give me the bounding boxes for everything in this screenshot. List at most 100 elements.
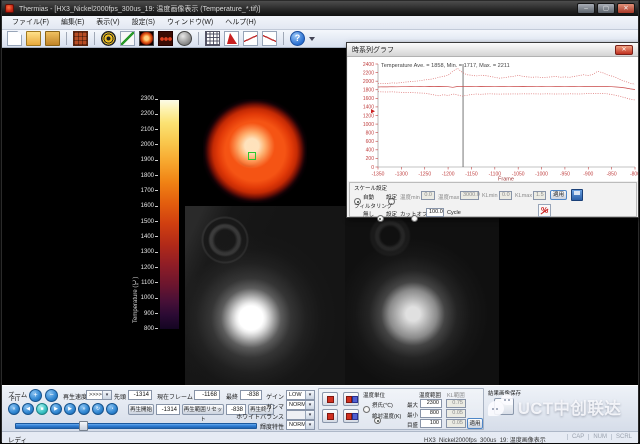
minimize-button[interactable]: – bbox=[577, 3, 595, 14]
svg-text:400: 400 bbox=[366, 148, 375, 154]
open-folder-icon[interactable] bbox=[26, 31, 41, 46]
kl-max-field[interactable]: 1.5 bbox=[533, 191, 546, 200]
colorbar-tick: 1000 bbox=[120, 295, 158, 301]
menu-item[interactable]: ウィンドウ(W) bbox=[161, 16, 219, 29]
speed-dropdown[interactable]: >>>> bbox=[86, 390, 112, 400]
toolbar-separator bbox=[283, 32, 284, 45]
status-bar: レディ HX3_Nickel2000fps_300us_19: 温度画像表示 C… bbox=[2, 431, 638, 443]
data-grid-icon[interactable] bbox=[205, 31, 220, 46]
graph-window[interactable]: 時系列グラフ ✕ 0200400600800100012001400160018… bbox=[346, 42, 639, 218]
maximize-button[interactable]: ▢ bbox=[597, 3, 615, 14]
play-start-field[interactable]: -1314 bbox=[156, 404, 180, 415]
play-start-button[interactable]: 再生開始 bbox=[128, 404, 154, 415]
celsius-label: 摂氏(℃) bbox=[372, 401, 393, 409]
temp-min-label: 温度min bbox=[400, 193, 420, 201]
menu-item[interactable]: ファイル(F) bbox=[6, 16, 55, 29]
save-result-icon[interactable] bbox=[494, 398, 514, 415]
temp-max-field[interactable]: 3000.0 bbox=[460, 191, 479, 200]
svg-text:2200: 2200 bbox=[363, 70, 374, 76]
histogram-icon[interactable] bbox=[224, 31, 239, 46]
colorbar-tick: 900 bbox=[120, 311, 158, 317]
palette-redblue-button-1[interactable] bbox=[343, 392, 359, 406]
svg-text:-1000: -1000 bbox=[535, 172, 548, 178]
status-indicator: NUM bbox=[588, 434, 611, 440]
gain-dropdown[interactable]: LOW bbox=[286, 390, 315, 400]
scale-apply-button[interactable]: 適用 bbox=[550, 190, 567, 200]
toolbar-separator bbox=[94, 32, 95, 45]
temp-apply-button[interactable]: 適用 bbox=[467, 418, 483, 429]
colorbar-tick: 1200 bbox=[120, 265, 158, 271]
save-folder-icon[interactable] bbox=[45, 31, 60, 46]
temp-min-field[interactable]: 0.0 bbox=[421, 191, 435, 200]
svg-text:1000: 1000 bbox=[363, 122, 374, 128]
kl-min-label: KLmin bbox=[482, 193, 498, 199]
play-button[interactable]: ▶ bbox=[50, 403, 62, 415]
luminance-dropdown[interactable]: NORMAL bbox=[286, 420, 315, 430]
temp-step-field[interactable]: 100 bbox=[420, 419, 442, 428]
temp-min-field[interactable]: 800 bbox=[420, 409, 442, 418]
first-frame-field[interactable]: -1314 bbox=[128, 390, 152, 400]
gamma-label: ガンマ bbox=[222, 402, 284, 411]
menu-item[interactable]: 設定(S) bbox=[126, 16, 161, 29]
help-icon[interactable] bbox=[290, 31, 305, 46]
sphere-icon[interactable] bbox=[177, 31, 192, 46]
palette-red-button-1[interactable] bbox=[322, 392, 338, 406]
filter-none-radio[interactable] bbox=[377, 215, 384, 222]
frame-back-button[interactable]: ◀ bbox=[22, 403, 34, 415]
save-icon[interactable] bbox=[571, 189, 583, 201]
seek-slider-track[interactable] bbox=[15, 423, 257, 429]
graph-close-button[interactable]: ✕ bbox=[615, 45, 633, 55]
zoom-in-button[interactable]: + bbox=[29, 389, 42, 402]
timer-button[interactable]: ◔ bbox=[106, 403, 118, 415]
loop-button[interactable]: ↻ bbox=[92, 403, 104, 415]
graph-rise-icon[interactable] bbox=[243, 31, 258, 46]
kl-min-field[interactable]: 0.0 bbox=[499, 191, 512, 200]
celsius-radio[interactable] bbox=[363, 406, 370, 413]
control-panel: ズーム FIT + − 再生速度 >>>> 先頭 -1314 現在フレーム -1… bbox=[2, 385, 638, 431]
frame-forward-button[interactable]: ▶ bbox=[64, 403, 76, 415]
line-profile-icon[interactable] bbox=[120, 31, 135, 46]
title-bar[interactable]: Thermias - [HX3_Nickel2000fps_300us_19: … bbox=[2, 1, 638, 16]
menu-item[interactable]: 編集(E) bbox=[55, 16, 90, 29]
zoom-out-button[interactable]: − bbox=[45, 389, 58, 402]
temp-max-field[interactable]: 2300 bbox=[420, 399, 442, 408]
cutoff-field[interactable]: 100.0 bbox=[426, 208, 444, 217]
kl-max-field[interactable]: 0.75 bbox=[446, 399, 466, 408]
menu-item[interactable]: ヘルプ(H) bbox=[219, 16, 262, 29]
stop-button[interactable]: ■ bbox=[36, 403, 48, 415]
grayscale-image-left[interactable] bbox=[185, 206, 345, 385]
kl-min-field[interactable]: 0.05 bbox=[446, 409, 466, 418]
white-balance-dropdown[interactable] bbox=[286, 410, 315, 420]
caption-buttons: –▢✕ bbox=[577, 3, 635, 14]
grayscale-image-right[interactable] bbox=[345, 206, 499, 385]
colorbar-ticks: 2300220021002000190018001700160015001400… bbox=[120, 96, 158, 332]
filter-reject-icon[interactable] bbox=[538, 204, 551, 217]
graph-window-titlebar[interactable]: 時系列グラフ ✕ bbox=[347, 43, 638, 57]
svg-text:-1200: -1200 bbox=[442, 172, 455, 178]
pattern-icon[interactable] bbox=[158, 31, 173, 46]
colorbar-tick: 2200 bbox=[120, 111, 158, 117]
thermal-image-icon[interactable] bbox=[139, 31, 154, 46]
target-icon[interactable] bbox=[101, 31, 116, 46]
new-file-icon[interactable] bbox=[7, 31, 22, 46]
menu-item[interactable]: 表示(V) bbox=[90, 16, 125, 29]
graph-fall-icon[interactable] bbox=[262, 31, 277, 46]
seek-slider-handle[interactable] bbox=[79, 421, 88, 431]
max-label: 最大 bbox=[407, 401, 418, 409]
current-frame-field[interactable]: -1168 bbox=[194, 390, 220, 400]
kl-step-field[interactable]: 0.05 bbox=[446, 419, 466, 428]
palette-redblue-button-2[interactable] bbox=[343, 409, 359, 423]
roi-marker[interactable] bbox=[248, 152, 256, 160]
toolbar-options-caret-icon[interactable] bbox=[309, 37, 315, 41]
gamma-dropdown[interactable]: NORMAL bbox=[286, 400, 315, 410]
palette-red-button-2[interactable] bbox=[322, 409, 338, 423]
close-button[interactable]: ✕ bbox=[617, 3, 635, 14]
skip-end-button[interactable]: » bbox=[78, 403, 90, 415]
save-result-label: 結果画像保存 bbox=[488, 389, 521, 397]
svg-text:Temperature Ave. = 1858, Min.: Temperature Ave. = 1858, Min. = 1717, Ma… bbox=[381, 63, 510, 69]
skip-start-button[interactable]: « bbox=[8, 403, 20, 415]
camera-grid-icon[interactable] bbox=[73, 31, 88, 46]
thermal-image[interactable] bbox=[203, 99, 307, 203]
range-reset-button[interactable]: 再生範囲リセット bbox=[182, 404, 224, 415]
graph-window-title: 時系列グラフ bbox=[352, 45, 615, 55]
